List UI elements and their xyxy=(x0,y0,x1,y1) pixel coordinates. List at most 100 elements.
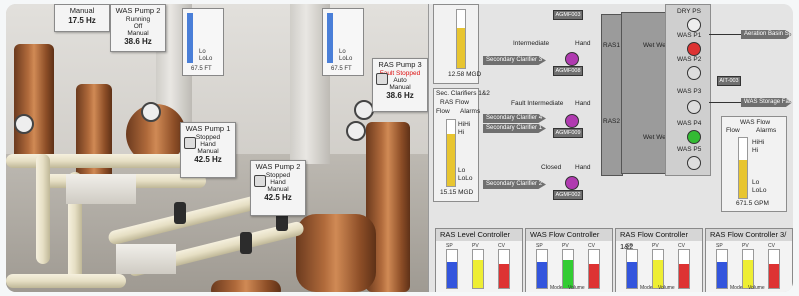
pump-label: DRY PS xyxy=(677,8,701,15)
ras-flow-alarms: Alarms xyxy=(460,108,481,115)
flow-line xyxy=(709,102,741,103)
pump-popup-top-mid[interactable]: WAS Pump 2 Running Off Manual 38.6 Hz xyxy=(110,4,166,52)
ras-flow-hihi: HiHi xyxy=(458,121,471,128)
switch3-mode: Hand xyxy=(575,164,591,171)
pump-label: WAS P5 xyxy=(677,146,702,153)
ras-flow-box: Sec. Clarifiers 1&2 RAS Flow Flow Alarms… xyxy=(433,88,490,202)
hand-switch-icon xyxy=(376,73,388,85)
pump-status-icon[interactable] xyxy=(687,42,701,56)
pump-status-icon[interactable] xyxy=(687,130,701,144)
was-flow-box: WAS Flow Flow Alarms HiHi Hi Lo LoLo 671… xyxy=(721,116,787,212)
storage-arrow[interactable]: WAS Storage Facility xyxy=(741,98,792,107)
pressure-gauge-icon xyxy=(354,100,374,120)
valve-icon[interactable] xyxy=(565,176,579,190)
pipe xyxy=(6,274,126,288)
ait-tag: AIT-003 xyxy=(717,76,741,86)
pump-label: WAS P1 xyxy=(677,32,702,39)
popup-mode2: Manual xyxy=(197,148,219,155)
clarifier-3-arrow[interactable]: Secondary Clarifier 3 xyxy=(483,56,546,65)
ras-flow-title: RAS Flow xyxy=(440,99,469,106)
popup-title: RAS Pump 3 xyxy=(378,60,422,69)
pump-status-icon[interactable] xyxy=(687,100,701,114)
pump-body[interactable] xyxy=(76,84,112,184)
hand-switch-icon xyxy=(184,137,196,149)
pressure-gauge-icon xyxy=(14,114,34,134)
switch2-mode: Hand xyxy=(575,100,591,107)
popup-status: Running xyxy=(125,16,151,23)
was-pump1-popup[interactable]: WAS Pump 1 Stopped Hand Manual 42.5 Hz xyxy=(180,122,236,178)
gauge-lolo-label: LoLo xyxy=(339,56,353,62)
was-flow-hihi: HiHi xyxy=(752,139,765,146)
aeration-arrow[interactable]: Aeration Basin Splitter Box xyxy=(741,30,792,39)
hmi-panel: 12.58 MGD Sec. Clarifiers 1&2 RAS Flow F… xyxy=(428,4,793,292)
valve[interactable] xyxy=(174,202,186,224)
popup-hz: 17.5 Hz xyxy=(68,16,96,25)
ras-flow-lolo: LoLo xyxy=(458,175,473,182)
was-flow-alarms: Alarms xyxy=(756,127,777,134)
pump-body[interactable] xyxy=(211,280,281,292)
popup-hz: 38.6 Hz xyxy=(386,91,414,100)
valve[interactable] xyxy=(240,232,252,254)
tag-3: AGMF002 xyxy=(553,190,583,200)
popup-mode: Off xyxy=(133,23,143,30)
ras-flow-header: Sec. Clarifiers 1&2 xyxy=(436,90,490,97)
ras-flow-hi: Hi xyxy=(458,129,465,136)
was-pump2-popup[interactable]: WAS Pump 2 Stopped Hand Manual 42.5 Hz xyxy=(250,160,306,216)
controller-title: RAS Flow Controller 3/ xyxy=(706,229,792,241)
level-gauge-1: Lo LoLo 67.5 FT xyxy=(182,8,224,76)
pump-body[interactable] xyxy=(14,44,54,164)
switch1-state: Intermediate xyxy=(513,40,550,47)
popup-title: WAS Pump 2 xyxy=(255,162,301,171)
pump-label: WAS P3 xyxy=(677,88,702,95)
switch3-state: Closed xyxy=(541,164,562,171)
pump-base xyxy=(66,174,136,204)
was-flow-hi: Hi xyxy=(752,147,759,154)
tag-2: AGMF009 xyxy=(553,128,583,138)
pump-status-icon[interactable] xyxy=(687,18,701,32)
ras-pump3-popup[interactable]: RAS Pump 3 Fault Stopped Auto Manual 38.… xyxy=(372,58,428,112)
was-flow-lo: Lo xyxy=(752,179,760,186)
ras1-block xyxy=(601,14,623,176)
controller-title: WAS Flow Controller xyxy=(526,229,612,241)
ras-flow-flow: Flow xyxy=(436,108,450,115)
gauge-lo-label: Lo xyxy=(199,49,206,55)
ras-flow-controller-12[interactable]: RAS Flow Controller 1&2 SP PV CV Mode Vo… xyxy=(615,228,703,292)
ras-level-controller[interactable]: RAS Level Controller SP PV CV xyxy=(435,228,523,292)
was-flow-controller[interactable]: WAS Flow Controller SP PV CV Mode Volume xyxy=(525,228,613,292)
pump-status-icon[interactable] xyxy=(687,156,701,170)
tag-4: AGMF003 xyxy=(553,10,583,20)
pump-body[interactable] xyxy=(296,214,376,292)
gauge-lo-label: Lo xyxy=(339,49,346,55)
was-flow-lolo: LoLo xyxy=(752,187,767,194)
ras-flow-lo: Lo xyxy=(458,167,466,174)
popup-title: Manual xyxy=(69,6,95,15)
mode-label: Mode xyxy=(550,285,563,291)
mode-label: Mode xyxy=(730,285,743,291)
pump-status-icon[interactable] xyxy=(687,66,701,80)
level-gauge-2: Lo LoLo 67.5 FT xyxy=(322,8,364,76)
pump-popup-top-left[interactable]: Manual 17.5 Hz xyxy=(54,4,110,32)
tag-1: AGMF008 xyxy=(553,66,583,76)
pressure-gauge-icon xyxy=(346,121,366,141)
flow-gauge-value: 12.58 MGD xyxy=(448,71,482,78)
popup-mode2: Manual xyxy=(127,30,149,37)
clarifier-4-arrow[interactable]: Secondary Clarifier 4 xyxy=(483,114,546,123)
volume-label: Volume xyxy=(568,285,585,291)
pressure-gauge-icon xyxy=(141,102,161,122)
popup-hz: 38.6 Hz xyxy=(124,37,152,46)
screenshot-frame: Lo LoLo 67.5 FT Lo LoLo 67.5 FT Manual 1… xyxy=(6,4,793,292)
valve-icon[interactable] xyxy=(565,52,579,66)
pipe xyxy=(36,154,50,264)
gauge-value: 67.5 FT xyxy=(191,66,212,72)
clarifier-1-arrow[interactable]: Secondary Clarifier 1 xyxy=(483,124,546,133)
clarifier-2-arrow[interactable]: Secondary Clarifier 2 xyxy=(483,180,546,189)
gauge-lolo-label: LoLo xyxy=(199,56,213,62)
gauge-value: 67.5 FT xyxy=(331,66,352,72)
valve-icon[interactable] xyxy=(565,114,579,128)
popup-title: WAS Pump 1 xyxy=(185,124,231,133)
controller-title: RAS Level Controller xyxy=(436,229,522,241)
was-flow-flow: Flow xyxy=(726,127,740,134)
flow-line xyxy=(709,34,741,35)
popup-title: WAS Pump 2 xyxy=(115,6,161,15)
ras-flow-controller-3[interactable]: RAS Flow Controller 3/ SP PV CV Mode Vol… xyxy=(705,228,793,292)
